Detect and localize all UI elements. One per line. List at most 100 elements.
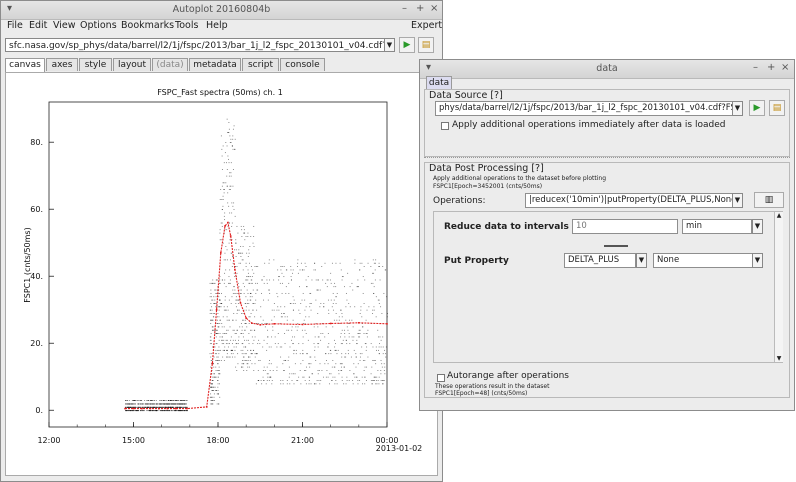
data-point bbox=[126, 403, 128, 405]
data-point bbox=[214, 333, 216, 334]
data-point bbox=[150, 400, 152, 401]
data-point bbox=[320, 333, 322, 334]
data-point bbox=[210, 323, 212, 324]
data-point bbox=[142, 406, 144, 408]
data-point bbox=[170, 410, 172, 412]
data-point bbox=[232, 329, 234, 331]
scroll-up-icon[interactable]: ▲ bbox=[775, 212, 783, 219]
data-point bbox=[222, 182, 224, 184]
data-point bbox=[280, 380, 282, 381]
data-point bbox=[160, 410, 162, 412]
operations-dropdown-icon[interactable]: ▼ bbox=[732, 193, 743, 208]
data-point bbox=[235, 296, 237, 298]
data-point bbox=[375, 296, 377, 298]
data-point bbox=[335, 380, 337, 381]
data-point bbox=[373, 262, 375, 264]
data-minimize-icon[interactable]: – bbox=[753, 62, 758, 73]
data-point bbox=[370, 266, 372, 267]
data-point bbox=[338, 370, 340, 371]
operations-scrollbar[interactable]: ▲ ▼ bbox=[774, 212, 783, 362]
scroll-down-icon[interactable]: ▼ bbox=[775, 355, 783, 362]
operations-editor: Reduce data to intervals of: 10 min ▼ Pu… bbox=[433, 211, 783, 363]
data-point bbox=[272, 326, 274, 328]
data-point bbox=[382, 266, 384, 267]
data-source-dropdown-icon[interactable]: ▼ bbox=[732, 101, 743, 116]
data-point bbox=[250, 349, 252, 351]
data-point bbox=[245, 306, 247, 308]
reduce-unit-select[interactable]: min bbox=[682, 219, 752, 234]
fspc-chart[interactable]: 0.20.40.60.80.12:00 15:00 18:00 21:00 00:00 … bbox=[0, 0, 443, 482]
data-point bbox=[293, 349, 295, 351]
data-point bbox=[244, 303, 246, 304]
operations-field[interactable]: |reducex('10min')|putProperty(DELTA_PLUS… bbox=[525, 193, 733, 208]
data-point bbox=[225, 269, 227, 271]
data-point bbox=[163, 400, 165, 401]
data-point bbox=[145, 406, 147, 408]
put-property-value-select[interactable]: None bbox=[653, 253, 753, 268]
data-point bbox=[381, 313, 383, 314]
data-point bbox=[212, 329, 214, 331]
data-point bbox=[256, 289, 258, 291]
data-point bbox=[245, 346, 247, 348]
data-point bbox=[220, 239, 222, 241]
data-point bbox=[244, 239, 246, 241]
data-maximize-icon[interactable]: + bbox=[767, 62, 775, 73]
data-point bbox=[364, 279, 366, 281]
data-point bbox=[213, 282, 215, 284]
data-point bbox=[286, 329, 288, 331]
apply-ops-checkbox[interactable] bbox=[441, 122, 449, 130]
data-point bbox=[236, 272, 238, 274]
data-source-label[interactable]: Data Source [?] bbox=[429, 90, 503, 101]
data-source-go-icon[interactable]: ▶ bbox=[749, 100, 765, 116]
data-point bbox=[327, 279, 329, 281]
data-point bbox=[263, 366, 265, 368]
data-point bbox=[258, 339, 260, 341]
reduce-unit-dropdown-icon[interactable]: ▼ bbox=[752, 219, 763, 234]
reduce-interval-field[interactable]: 10 bbox=[572, 219, 678, 234]
post-processing-label[interactable]: Data Post Processing [?] bbox=[429, 163, 544, 174]
data-point bbox=[354, 262, 356, 264]
data-point bbox=[214, 303, 216, 304]
data-point bbox=[227, 155, 229, 157]
data-point bbox=[231, 212, 233, 214]
data-point bbox=[309, 356, 311, 358]
data-point bbox=[211, 309, 213, 311]
data-point bbox=[334, 346, 336, 348]
data-point bbox=[305, 333, 307, 334]
data-point bbox=[166, 400, 168, 401]
operations-editor-icon[interactable]: ▥ bbox=[754, 192, 784, 208]
data-point bbox=[298, 286, 300, 288]
put-property-name-select[interactable]: DELTA_PLUS bbox=[564, 253, 636, 268]
data-point bbox=[267, 373, 269, 375]
data-point bbox=[348, 380, 350, 381]
data-point bbox=[341, 313, 343, 314]
data-point bbox=[248, 309, 250, 311]
data-point bbox=[175, 406, 177, 408]
data-point bbox=[247, 279, 249, 281]
data-point bbox=[372, 259, 374, 261]
data-point bbox=[372, 346, 374, 348]
reduced-point bbox=[259, 324, 262, 326]
data-point bbox=[234, 215, 236, 217]
data-window-title: data bbox=[596, 63, 618, 74]
data-close-icon[interactable]: × bbox=[781, 62, 789, 73]
data-source-field[interactable]: phys/data/barrel/l2/1j/fspc/2013/bar_1j_… bbox=[435, 101, 733, 116]
data-point bbox=[221, 279, 223, 281]
data-point bbox=[170, 400, 172, 401]
data-source-browse-icon[interactable]: ▤ bbox=[769, 100, 785, 116]
put-property-value-dropdown-icon[interactable]: ▼ bbox=[752, 253, 763, 268]
autorange-checkbox[interactable] bbox=[437, 374, 445, 382]
put-property-name-dropdown-icon[interactable]: ▼ bbox=[636, 253, 647, 268]
data-point bbox=[284, 316, 286, 318]
tab-data-panel[interactable]: data bbox=[426, 76, 452, 90]
data-point bbox=[237, 339, 239, 341]
data-point bbox=[226, 259, 228, 261]
data-point bbox=[228, 242, 230, 244]
data-point bbox=[353, 363, 355, 365]
data-titlebar[interactable]: ▾ data – + × bbox=[420, 60, 794, 79]
data-point bbox=[222, 195, 224, 197]
data-point bbox=[152, 410, 154, 412]
data-point bbox=[367, 356, 369, 358]
data-point bbox=[247, 292, 249, 294]
data-point bbox=[300, 262, 302, 264]
